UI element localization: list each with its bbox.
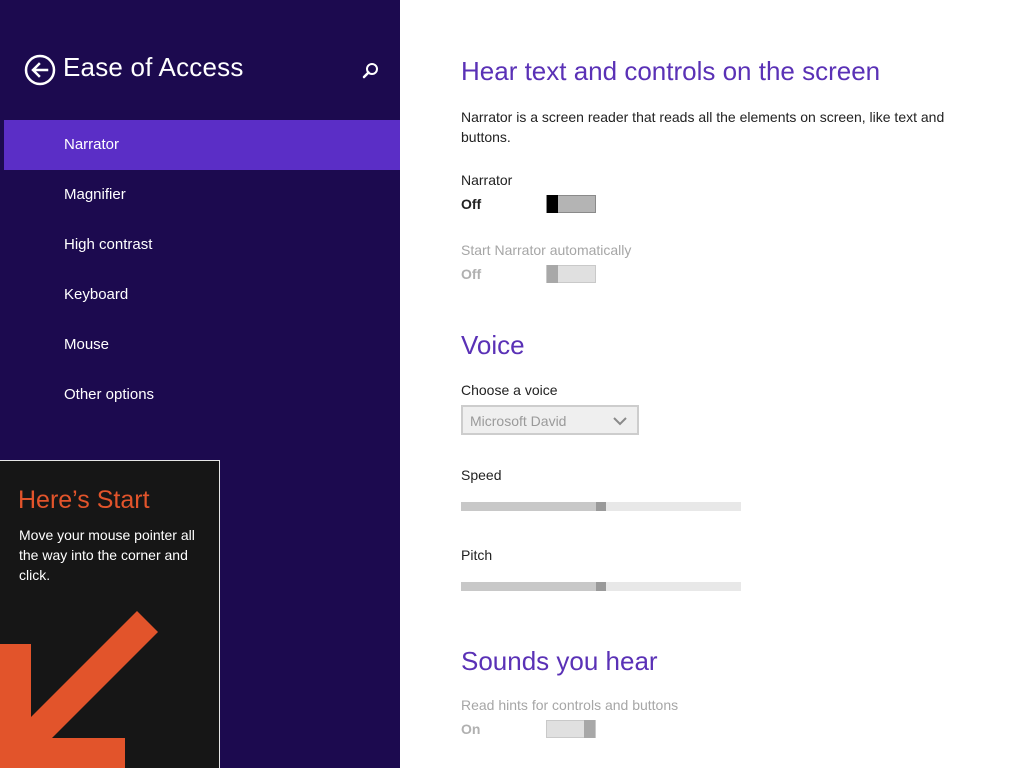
section-title-hear-text: Hear text and controls on the screen (461, 56, 881, 86)
sidebar-item-high-contrast[interactable]: High contrast (4, 220, 400, 270)
corner-arrow-icon (0, 611, 158, 768)
choose-voice-label: Choose a voice (461, 382, 558, 398)
speed-label: Speed (461, 467, 502, 483)
sidebar-item-magnifier[interactable]: Magnifier (4, 170, 400, 220)
read-hints-state: On (461, 721, 481, 737)
sidebar-item-label: Mouse (64, 336, 110, 353)
read-hints-toggle[interactable] (546, 720, 596, 738)
narrator-label: Narrator (461, 172, 513, 188)
slider-fill (461, 502, 596, 511)
slider-thumb[interactable] (596, 582, 606, 591)
back-button[interactable] (24, 54, 56, 86)
toggle-knob (547, 195, 558, 213)
page-title: Ease of Access (63, 52, 244, 82)
section-title-voice: Voice (461, 330, 525, 360)
speed-slider[interactable] (461, 502, 741, 511)
read-hints-label: Read hints for controls and buttons (461, 697, 679, 713)
narrator-state: Off (461, 196, 482, 212)
sidebar-item-label: High contrast (64, 236, 153, 253)
sidebar-item-mouse[interactable]: Mouse (4, 320, 400, 370)
pitch-label: Pitch (461, 547, 493, 563)
toggle-knob (584, 720, 595, 738)
start-tip-panel: Here’s Start Move your mouse pointer all… (0, 460, 220, 768)
sidebar-item-narrator[interactable]: Narrator (4, 120, 400, 170)
narrator-description: Narrator is a screen reader that reads a… (461, 109, 945, 145)
sidebar-item-label: Other options (64, 386, 155, 403)
tip-body: Move your mouse pointer all the way into… (19, 527, 195, 583)
sidebar-item-label: Magnifier (64, 186, 126, 203)
sidebar-item-keyboard[interactable]: Keyboard (4, 270, 400, 320)
narrator-toggle[interactable] (546, 195, 596, 213)
start-narrator-toggle[interactable] (546, 265, 596, 283)
search-button[interactable] (360, 60, 382, 82)
pitch-slider[interactable] (461, 582, 741, 591)
search-icon (362, 63, 378, 79)
sidebar-item-label: Narrator (64, 136, 120, 153)
chevron-down-icon (613, 417, 627, 426)
tip-title: Here’s Start (18, 486, 150, 514)
start-narrator-label: Start Narrator automatically (461, 242, 632, 258)
voice-select[interactable]: Microsoft David (461, 405, 639, 435)
slider-fill (461, 582, 596, 591)
sidebar-item-label: Keyboard (64, 286, 129, 303)
toggle-knob (547, 265, 558, 283)
section-title-sounds: Sounds you hear (461, 646, 658, 676)
voice-select-value: Microsoft David (470, 413, 567, 429)
slider-thumb[interactable] (596, 502, 606, 511)
back-arrow-icon (24, 54, 56, 86)
start-narrator-state: Off (461, 266, 482, 282)
sidebar-item-other-options[interactable]: Other options (4, 370, 400, 420)
settings-content: Hear text and controls on the screen Nar… (400, 0, 1024, 768)
